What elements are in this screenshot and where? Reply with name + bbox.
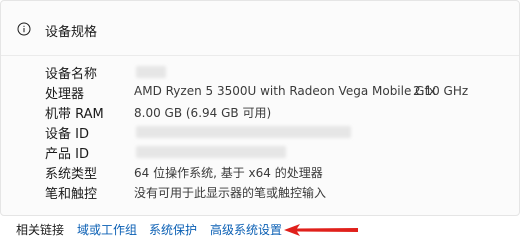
spec-value: 64 位操作系统, 基于 x64 的处理器 (134, 166, 323, 180)
spec-label: 设备 ID (45, 127, 89, 142)
device-specs-header[interactable]: 设备规格 (1, 1, 519, 56)
device-specs-panel: 设备规格 设备名称 处理器 AMD Ryzen 5 3500U with Rad… (0, 0, 520, 216)
spec-label: 系统类型 (45, 167, 98, 182)
section-title: 设备规格 (45, 25, 98, 40)
redacted-device-name (136, 66, 166, 78)
info-icon (17, 22, 31, 36)
spec-row-device-name: 设备名称 (1, 63, 519, 83)
domain-workgroup-link[interactable]: 域或工作组 (77, 221, 137, 238)
system-protection-link[interactable]: 系统保护 (149, 221, 197, 238)
spec-value: AMD Ryzen 5 3500U with Radeon Vega Mobil… (134, 84, 436, 98)
spec-row-product-id: 产品 ID (1, 143, 519, 163)
spec-row-system-type: 系统类型 64 位操作系统, 基于 x64 的处理器 (1, 163, 519, 183)
spec-value-extra: 2.10 GHz (413, 84, 469, 98)
spec-row-ram: 机带 RAM 8.00 GB (6.94 GB 可用) (1, 103, 519, 123)
spec-row-pen-touch: 笔和触控 没有可用于此显示器的笔或触控输入 (1, 183, 519, 203)
spec-value: 没有可用于此显示器的笔或触控输入 (134, 186, 327, 200)
spec-label: 产品 ID (45, 147, 89, 162)
spec-label: 设备名称 (45, 67, 98, 82)
related-links-bar: 相关链接 域或工作组 系统保护 高级系统设置 (0, 214, 520, 240)
advanced-system-settings-link[interactable]: 高级系统设置 (210, 221, 282, 238)
spec-row-processor: 处理器 AMD Ryzen 5 3500U with Radeon Vega M… (1, 83, 519, 103)
spec-label: 处理器 (45, 87, 85, 102)
spec-label: 笔和触控 (45, 187, 98, 202)
spec-row-device-id: 设备 ID (1, 123, 519, 143)
redacted-product-id (136, 146, 286, 158)
redacted-device-id (136, 126, 351, 138)
related-links-label: 相关链接 (16, 223, 65, 237)
spec-value: 8.00 GB (6.94 GB 可用) (134, 106, 272, 120)
spec-label: 机带 RAM (45, 107, 104, 122)
red-arrow-annotation (284, 224, 358, 236)
